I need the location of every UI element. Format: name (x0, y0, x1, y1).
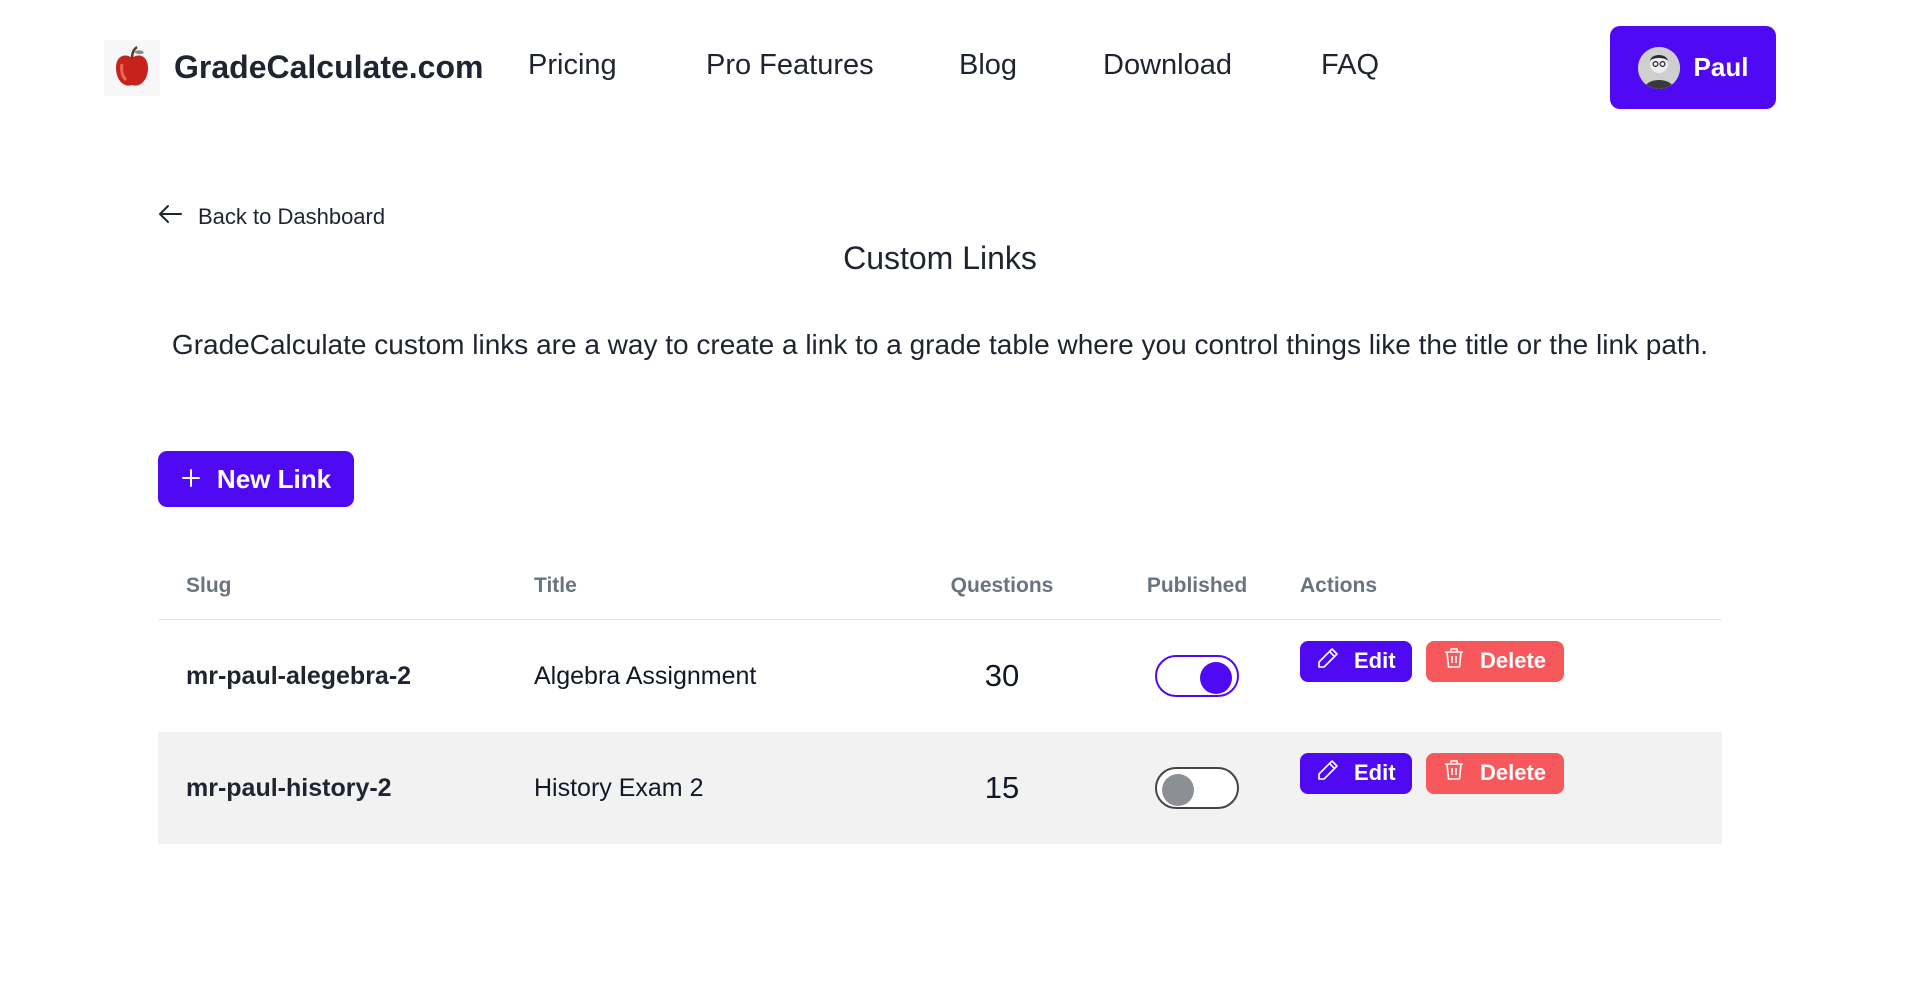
nav-download[interactable]: Download (1103, 49, 1232, 82)
pencil-icon (1316, 646, 1340, 676)
brand-name[interactable]: GradeCalculate.com (174, 49, 483, 86)
page-title: Custom Links (843, 240, 1037, 276)
back-to-dashboard-link[interactable]: Back to Dashboard (158, 204, 385, 230)
arrow-left-icon (158, 204, 182, 230)
questions-cell: 30 (984, 658, 1020, 693)
questions-cell: 15 (910, 732, 1094, 844)
nav-pricing[interactable]: Pricing (528, 49, 617, 82)
slug-cell: mr-paul-alegebra-2 (186, 661, 412, 690)
nav-blog[interactable]: Blog (959, 49, 1017, 82)
delete-button[interactable]: Delete (1426, 752, 1564, 794)
header-actions: Actions (1300, 553, 1722, 620)
table-row: mr-paul-history-2 History Exam 2 15 Edit (158, 732, 1722, 844)
back-link-label: Back to Dashboard (198, 204, 386, 229)
logo-icon[interactable] (104, 40, 160, 96)
edit-button[interactable]: Edit (1300, 640, 1412, 682)
new-link-label: New Link (216, 463, 332, 494)
delete-label: Delete (1480, 648, 1547, 673)
slug-cell: mr-paul-history-2 (158, 732, 534, 844)
edit-label: Edit (1354, 648, 1396, 673)
header-title: Title (534, 553, 910, 620)
nav-pro-features[interactable]: Pro Features (706, 49, 874, 82)
table-header-row: Slug Title Questions Published Actions (158, 553, 1722, 620)
custom-links-table: Slug Title Questions Published Actions m… (158, 553, 1722, 844)
header-questions: Questions (910, 553, 1094, 620)
pencil-icon (1316, 758, 1340, 788)
nav-faq[interactable]: FAQ (1321, 49, 1379, 82)
page-description: GradeCalculate custom links are a way to… (171, 329, 1709, 360)
avatar (1637, 46, 1680, 89)
published-toggle[interactable] (1155, 655, 1239, 697)
delete-label: Delete (1480, 760, 1547, 785)
user-name: Paul (1693, 52, 1749, 82)
user-menu-button[interactable]: Paul (1610, 26, 1776, 109)
edit-label: Edit (1354, 760, 1396, 785)
toggle-knob (1162, 774, 1194, 806)
trash-icon (1442, 646, 1466, 676)
new-link-button[interactable]: New Link (158, 451, 354, 507)
edit-button[interactable]: Edit (1300, 752, 1412, 794)
title-cell: History Exam 2 (534, 732, 910, 844)
toggle-knob (1200, 662, 1232, 694)
trash-icon (1442, 758, 1466, 788)
plus-icon (181, 464, 201, 495)
delete-button[interactable]: Delete (1426, 640, 1564, 682)
header-published: Published (1094, 553, 1300, 620)
title-cell: Algebra Assignment (534, 661, 757, 690)
table-row: mr-paul-alegebra-2 Algebra Assignment 30… (158, 620, 1722, 733)
header-slug: Slug (158, 553, 534, 620)
published-toggle[interactable] (1155, 767, 1239, 809)
